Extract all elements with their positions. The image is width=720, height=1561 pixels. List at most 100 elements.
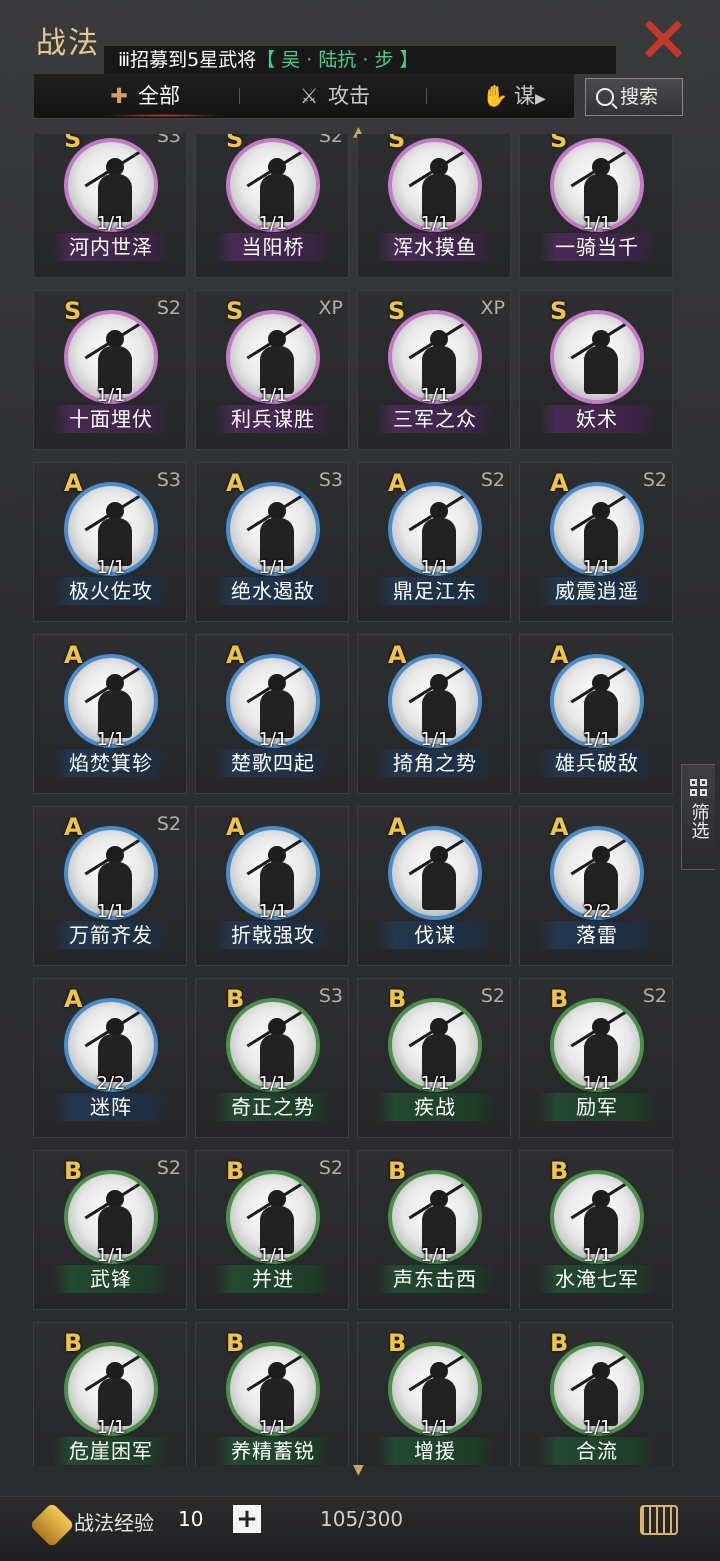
crossed-swords-icon: ⚔: [299, 84, 319, 108]
tactic-card[interactable]: S2 B 1/1 武锋: [33, 1150, 187, 1310]
tactic-count-label: 1/1: [420, 729, 450, 750]
exp-icon: [29, 1502, 75, 1548]
add-exp-button[interactable]: +: [233, 1505, 261, 1533]
tactic-card[interactable]: S2 A 1/1 威震逍遥: [519, 462, 673, 622]
tactic-count-label: 1/1: [582, 1417, 612, 1438]
tactic-name: 雄兵破敌: [539, 749, 655, 777]
tactic-count-label: 1/1: [96, 557, 126, 578]
tactic-card[interactable]: A 1/1 楚歌四起: [195, 634, 349, 794]
grade-badge: S: [64, 134, 82, 153]
grade-badge: A: [226, 813, 245, 841]
ticker-text: ⅲ招募到5星武将: [118, 49, 257, 71]
tactic-count-label: 1/1: [420, 213, 450, 234]
tactic-count-label: 2/2: [582, 901, 612, 922]
tactic-card[interactable]: XP S 1/1 三军之众: [357, 290, 511, 450]
slot-tag: S2: [318, 134, 343, 147]
grade-badge: B: [550, 1157, 569, 1185]
tactic-count-label: 1/1: [96, 1417, 126, 1438]
tactic-card[interactable]: S2 S 1/1 当阳桥: [195, 134, 349, 278]
slot-tag: S2: [642, 985, 667, 1007]
tactic-card[interactable]: S3 A 1/1 绝水遏敌: [195, 462, 349, 622]
slot-tag: S2: [480, 985, 505, 1007]
tactic-card[interactable]: B 1/1 养精蓄锐: [195, 1322, 349, 1466]
grade-badge: A: [550, 469, 569, 497]
tactic-card[interactable]: S 1/1 一骑当千: [519, 134, 673, 278]
close-button[interactable]: [640, 16, 686, 62]
tactic-name: 伐谋: [377, 921, 493, 949]
tactic-name: 励军: [539, 1093, 655, 1121]
grade-badge: A: [64, 985, 83, 1013]
grade-badge: B: [550, 1329, 569, 1357]
tactic-card[interactable]: A 伐谋: [357, 806, 511, 966]
grade-badge: B: [226, 1157, 245, 1185]
grade-badge: A: [64, 469, 83, 497]
tactic-count-label: 1/1: [582, 729, 612, 750]
tactic-card[interactable]: S3 A 1/1 极火佐攻: [33, 462, 187, 622]
tactic-card[interactable]: S2 B 1/1 疾战: [357, 978, 511, 1138]
tactic-count-label: 1/1: [582, 557, 612, 578]
tally-icon: ✚: [110, 84, 128, 108]
tactic-card[interactable]: S3 S 1/1 河内世泽: [33, 134, 187, 278]
tactic-card[interactable]: S2 S 1/1 十面埋伏: [33, 290, 187, 450]
tactic-count-label: 1/1: [96, 729, 126, 750]
exp-value: 10: [178, 1507, 204, 1531]
tab-strategy-label: 谋: [514, 84, 535, 108]
tactic-card[interactable]: S2 B 1/1 励军: [519, 978, 673, 1138]
tactic-count-label: 1/1: [420, 1245, 450, 1266]
grade-badge: A: [550, 641, 569, 669]
tab-all[interactable]: ✚ 全部: [106, 74, 180, 118]
tactics-grid[interactable]: S3 S 1/1 河内世泽 S2 S 1/1 当阳桥 S 1/1 浑水摸鱼 S 1/1 一骑当千 S2 S 1/…: [33, 134, 675, 1466]
tactic-name: 河内世泽: [53, 233, 169, 261]
slot-tag: S3: [156, 134, 181, 147]
grade-badge: B: [388, 985, 407, 1013]
grade-badge: A: [226, 641, 245, 669]
tactic-card[interactable]: A 1/1 掎角之势: [357, 634, 511, 794]
tactic-card[interactable]: B 1/1 水淹七军: [519, 1150, 673, 1310]
tactic-card[interactable]: S2 B 1/1 并进: [195, 1150, 349, 1310]
grade-badge: B: [226, 985, 245, 1013]
tactic-card[interactable]: A 2/2 迷阵: [33, 978, 187, 1138]
grade-badge: B: [550, 985, 569, 1013]
tab-attack-label: 攻击: [328, 84, 370, 108]
grade-badge: S: [388, 297, 406, 325]
search-icon: [596, 88, 614, 106]
scroll-book-icon[interactable]: [640, 1505, 678, 1535]
slot-tag: XP: [318, 297, 343, 319]
grade-badge: A: [550, 813, 569, 841]
search-label: 搜索: [620, 86, 659, 108]
grade-badge: S: [226, 297, 244, 325]
tab-attack[interactable]: ⚔ 攻击: [296, 74, 370, 118]
tactic-name: 水淹七军: [539, 1265, 655, 1293]
search-button[interactable]: 搜索: [585, 78, 683, 116]
scroll-down-icon: ▼: [353, 1462, 364, 1478]
tactic-card[interactable]: S2 A 1/1 鼎足江东: [357, 462, 511, 622]
tactic-card[interactable]: A 2/2 落雷: [519, 806, 673, 966]
tactic-card[interactable]: XP S 1/1 利兵谋胜: [195, 290, 349, 450]
tactic-card[interactable]: B 1/1 增援: [357, 1322, 511, 1466]
tactic-name: 增援: [377, 1437, 493, 1465]
tactic-count: 105/300: [320, 1507, 404, 1531]
tactic-name: 妖术: [539, 405, 655, 433]
tactic-card[interactable]: B 1/1 合流: [519, 1322, 673, 1466]
grade-badge: B: [226, 1329, 245, 1357]
tab-strategy[interactable]: ✋ 谋▶: [482, 74, 546, 118]
tactic-card[interactable]: S2 A 1/1 万箭齐发: [33, 806, 187, 966]
slot-tag: XP: [480, 297, 505, 319]
tactic-name: 声东击西: [377, 1265, 493, 1293]
tactic-card[interactable]: S 1/1 浑水摸鱼: [357, 134, 511, 278]
fan-icon: ✋: [482, 84, 509, 108]
tactic-card[interactable]: S3 B 1/1 奇正之势: [195, 978, 349, 1138]
tactic-card[interactable]: A 1/1 焰焚箕轸: [33, 634, 187, 794]
tactic-card[interactable]: S 妖术: [519, 290, 673, 450]
tactic-name: 威震逍遥: [539, 577, 655, 605]
slot-tag: S3: [156, 469, 181, 491]
tactic-count-label: 1/1: [258, 385, 288, 406]
tactic-card[interactable]: A 1/1 折戟强攻: [195, 806, 349, 966]
tactic-name: 迷阵: [53, 1093, 169, 1121]
tactic-name: 掎角之势: [377, 749, 493, 777]
filter-button[interactable]: 筛选: [681, 764, 715, 870]
tactic-card[interactable]: B 1/1 危崖困军: [33, 1322, 187, 1466]
slot-tag: S3: [318, 985, 343, 1007]
tactic-card[interactable]: B 1/1 声东击西: [357, 1150, 511, 1310]
tactic-card[interactable]: A 1/1 雄兵破敌: [519, 634, 673, 794]
